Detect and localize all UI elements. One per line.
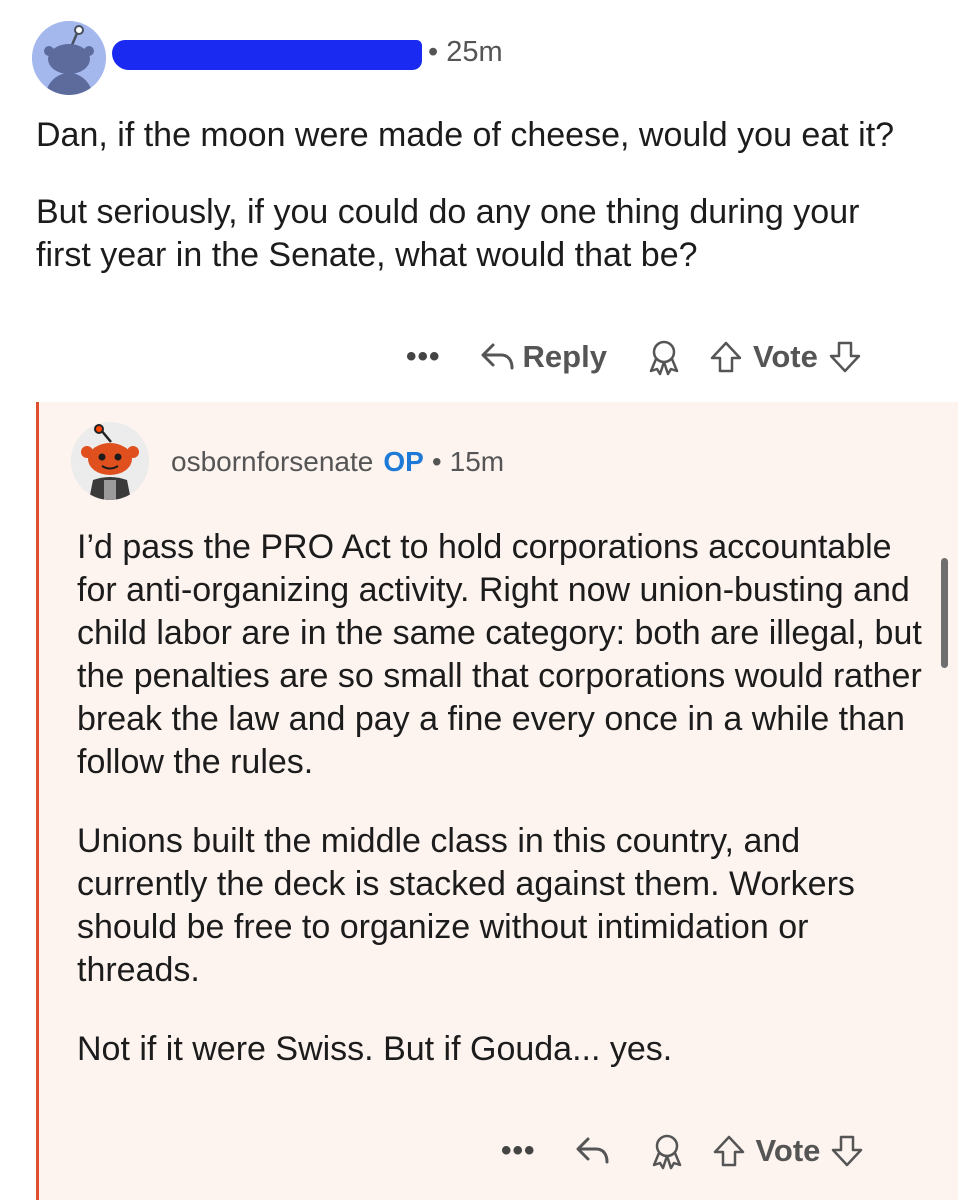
vote-control: Vote [712, 1133, 865, 1169]
comment-thread: • 25m Dan, if the moon were made of chee… [0, 0, 958, 1200]
vote-label: Vote [755, 1133, 821, 1168]
downvote-icon[interactable] [830, 1133, 864, 1169]
parent-timestamp: • 25m [428, 36, 503, 68]
award-icon [652, 1134, 681, 1170]
reply-paragraph: Unions built the middle class in this co… [77, 822, 855, 989]
upvote-icon[interactable] [712, 1133, 746, 1169]
reply-button[interactable] [574, 1134, 610, 1168]
reply-label: Reply [522, 339, 607, 374]
meta-separator: • [431, 446, 442, 477]
reply-arrow-icon [576, 1137, 609, 1164]
parent-avatar[interactable] [32, 21, 106, 95]
downvote-icon[interactable] [828, 339, 862, 375]
scrollbar[interactable] [941, 558, 948, 668]
reply-comment-body: I’d pass the PRO Act to hold corporation… [77, 526, 937, 1107]
reply-action-bar: ••• Vote [501, 1132, 864, 1170]
snoo-avatar-icon [32, 21, 106, 95]
parent-comment-header [32, 20, 106, 96]
op-badge: OP [383, 446, 424, 477]
parent-action-bar: ••• Reply Vote [406, 338, 862, 376]
op-meta: osbornforsenate OP • 15m [171, 446, 504, 478]
award-button[interactable] [648, 1132, 686, 1170]
op-avatar[interactable] [71, 422, 149, 500]
more-options-button[interactable]: ••• [406, 340, 441, 374]
redacted-username [112, 40, 422, 70]
upvote-icon[interactable] [709, 339, 743, 375]
reply-timestamp: 15m [449, 446, 505, 477]
reply-button[interactable]: Reply [479, 339, 607, 375]
reply-comment-header [71, 422, 149, 500]
vote-label: Vote [752, 339, 818, 374]
more-options-button[interactable]: ••• [501, 1134, 536, 1168]
award-icon [649, 340, 679, 376]
op-username[interactable]: osbornforsenate [171, 446, 373, 477]
parent-comment-body: Dan, if the moon were made of cheese, wo… [36, 114, 916, 311]
award-button[interactable] [645, 338, 683, 376]
reply-paragraph: Not if it were Swiss. But if Gouda... ye… [77, 1030, 673, 1068]
vote-control: Vote [709, 339, 862, 375]
parent-paragraph: Dan, if the moon were made of cheese, wo… [36, 116, 895, 154]
reply-paragraph: I’d pass the PRO Act to hold corporation… [77, 528, 922, 781]
reply-arrow-icon [481, 343, 514, 370]
reply-comment: osbornforsenate OP • 15m I’d pass the PRO A… [36, 402, 958, 1200]
parent-paragraph: But seriously, if you could do any one t… [36, 193, 860, 274]
snoo-avatar-icon [71, 422, 149, 500]
